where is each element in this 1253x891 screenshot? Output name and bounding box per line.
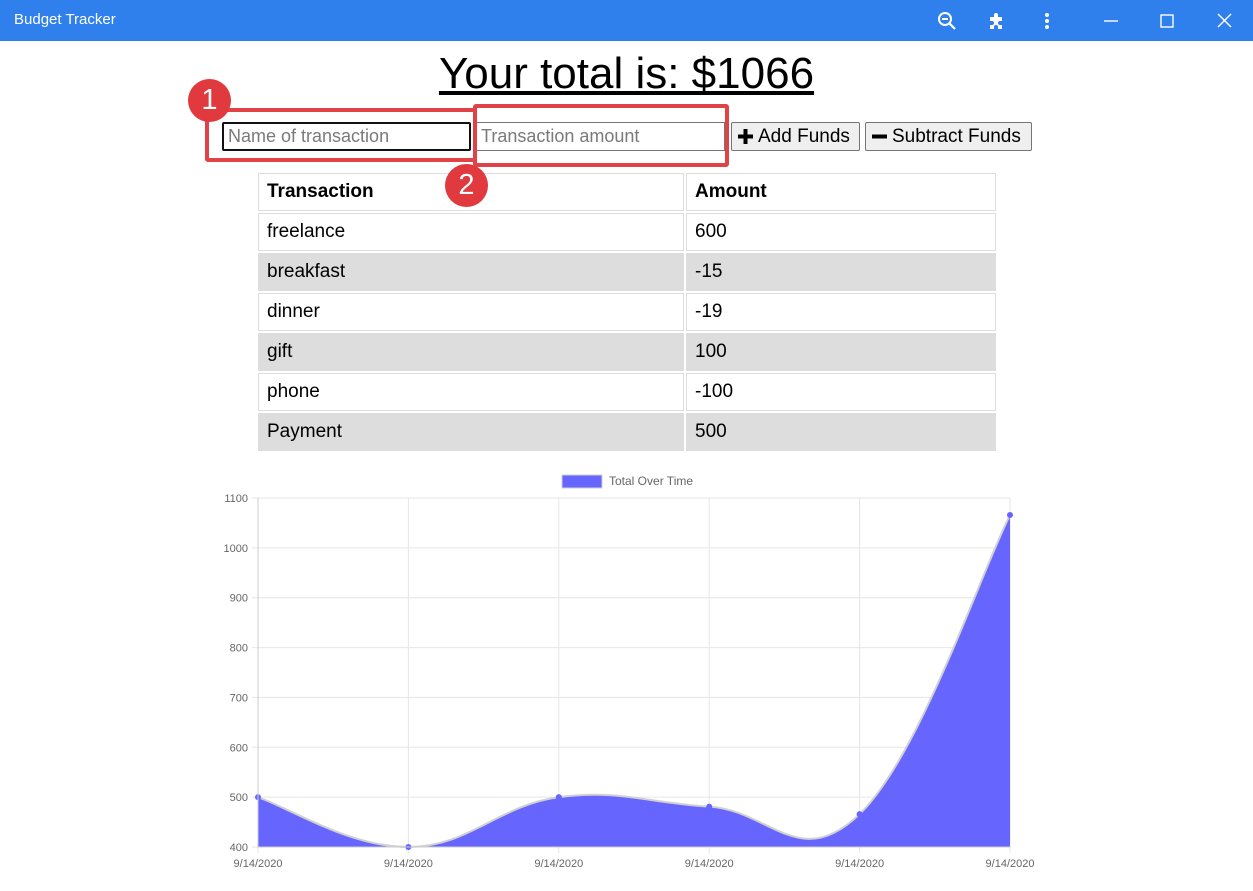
more-menu-icon[interactable] xyxy=(1027,0,1067,41)
y-tick-label: 600 xyxy=(230,742,248,754)
x-tick-label: 9/14/2020 xyxy=(986,858,1035,870)
table-row: breakfast -15 xyxy=(258,253,996,291)
highlight-box-1 xyxy=(205,108,477,162)
y-tick-label: 800 xyxy=(230,643,248,655)
add-funds-label: Add Funds xyxy=(758,125,850,147)
app-title: Budget Tracker xyxy=(14,11,116,28)
legend-swatch xyxy=(561,474,603,489)
data-point xyxy=(856,811,863,818)
table-header-row: Transaction Amount xyxy=(258,173,996,211)
x-tick-label: 9/14/2020 xyxy=(835,858,884,870)
add-funds-button[interactable]: Add Funds xyxy=(731,122,860,151)
transaction-name-cell: dinner xyxy=(258,293,684,331)
table-row: phone -100 xyxy=(258,373,996,411)
minimize-icon[interactable] xyxy=(1091,0,1131,41)
extensions-icon[interactable] xyxy=(977,0,1017,41)
y-tick-label: 900 xyxy=(230,593,248,605)
transaction-amount-cell: -19 xyxy=(686,293,996,331)
data-point xyxy=(706,803,713,810)
y-tick-label: 700 xyxy=(230,692,248,704)
legend-label: Total Over Time xyxy=(609,474,693,488)
transaction-amount-cell: -100 xyxy=(686,373,996,411)
subtract-funds-label: Subtract Funds xyxy=(892,125,1021,147)
title-bar: Budget Tracker xyxy=(0,0,1253,41)
minus-icon xyxy=(872,134,887,139)
x-tick-label: 9/14/2020 xyxy=(234,858,283,870)
transactions-table: Transaction Amount freelance 600 breakfa… xyxy=(256,171,998,453)
x-tick-label: 9/14/2020 xyxy=(685,858,734,870)
x-tick-label: 9/14/2020 xyxy=(384,858,433,870)
table-row: gift 100 xyxy=(258,333,996,371)
total-over-time-chart: 400 500 600 700 800 900 1000 1100 9/14/2020 9/14/… xyxy=(224,474,1035,870)
transaction-amount-cell: -15 xyxy=(686,253,996,291)
transaction-name-cell: freelance xyxy=(258,213,684,251)
header-amount: Amount xyxy=(686,173,996,211)
transaction-name-cell: Payment xyxy=(258,413,684,451)
subtract-funds-button[interactable]: Subtract Funds xyxy=(865,122,1032,151)
x-tick-label: 9/14/2020 xyxy=(534,858,583,870)
table-row: freelance 600 xyxy=(258,213,996,251)
transaction-amount-cell: 600 xyxy=(686,213,996,251)
transaction-name-cell: breakfast xyxy=(258,253,684,291)
data-point xyxy=(555,794,562,801)
y-tick-label: 500 xyxy=(230,792,248,804)
data-point xyxy=(1007,511,1013,518)
maximize-icon[interactable] xyxy=(1147,0,1187,41)
transaction-amount-cell: 500 xyxy=(686,413,996,451)
annotation-badge-1: 1 xyxy=(188,79,231,122)
y-tick-label: 400 xyxy=(230,842,248,854)
plus-icon xyxy=(738,129,753,144)
zoom-out-icon[interactable] xyxy=(927,0,967,41)
y-tick-label: 1100 xyxy=(224,493,248,505)
transaction-name-cell: phone xyxy=(258,373,684,411)
close-icon[interactable] xyxy=(1204,0,1244,41)
transaction-amount-cell: 100 xyxy=(686,333,996,371)
highlight-box-2 xyxy=(473,104,729,167)
annotation-badge-2: 2 xyxy=(445,164,488,207)
table-row: Payment 500 xyxy=(258,413,996,451)
table-row: dinner -19 xyxy=(258,293,996,331)
y-tick-label: 1000 xyxy=(224,543,248,555)
transaction-name-cell: gift xyxy=(258,333,684,371)
